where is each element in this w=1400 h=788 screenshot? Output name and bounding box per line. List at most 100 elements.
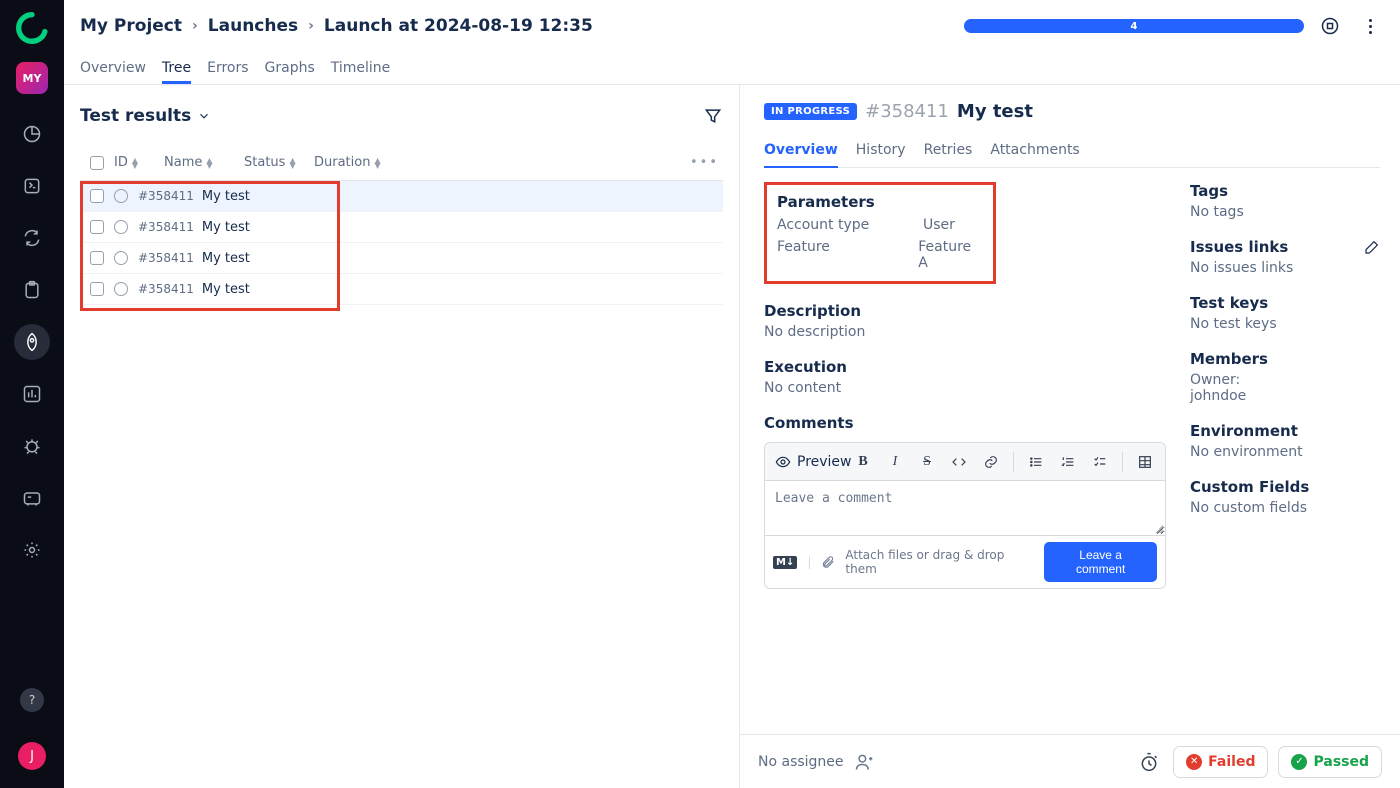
project-badge[interactable]: MY (16, 62, 48, 94)
topbar: My Project › Launches › Launch at 2024-0… (64, 0, 1400, 52)
test-results-title-text: Test results (80, 106, 191, 126)
detail-tab-retries[interactable]: Retries (924, 134, 973, 167)
comment-editor: Preview B I S (764, 442, 1166, 589)
chevron-right-icon: › (192, 18, 198, 34)
tags-body: No tags (1190, 204, 1380, 220)
col-duration[interactable]: Duration▲▼ (314, 155, 404, 170)
row-name: My test (202, 220, 250, 235)
col-status[interactable]: Status▲▼ (244, 155, 314, 170)
ol-icon[interactable] (1058, 452, 1078, 472)
preview-button[interactable]: Preview (775, 454, 852, 470)
link-icon[interactable] (981, 452, 1001, 472)
mark-failed-button[interactable]: ✕ Failed (1173, 746, 1268, 778)
nav-launches-icon[interactable] (14, 324, 50, 360)
detail-title: My test (957, 101, 1033, 122)
status-badge: IN PROGRESS (764, 103, 857, 120)
detail-tab-attachments[interactable]: Attachments (990, 134, 1079, 167)
env-section: Environment No environment (1190, 422, 1380, 460)
comments-title: Comments (764, 414, 1166, 432)
table-icon[interactable] (1135, 452, 1155, 472)
detail-tab-overview[interactable]: Overview (764, 134, 838, 168)
progress-value: 4 (1131, 21, 1138, 32)
nav-plans-icon[interactable] (14, 272, 50, 308)
tab-tree[interactable]: Tree (162, 60, 191, 84)
status-indicator (114, 282, 128, 296)
test-results-pane: Test results ID▲▼ Name▲▼ Status▲▼ Durati… (64, 85, 740, 788)
bold-icon[interactable]: B (853, 452, 873, 472)
status-indicator (114, 220, 128, 234)
param-value: Feature A (918, 239, 983, 271)
filter-icon[interactable] (703, 106, 723, 126)
issues-section: Issues links No issues links (1190, 238, 1380, 276)
col-name[interactable]: Name▲▼ (164, 155, 244, 170)
tab-graphs[interactable]: Graphs (265, 60, 315, 84)
sort-icon: ▲▼ (132, 158, 138, 168)
edit-icon[interactable] (1364, 239, 1380, 255)
row-checkbox[interactable] (90, 282, 104, 296)
row-id: #358411 (138, 220, 194, 234)
nav-jobs-icon[interactable] (14, 480, 50, 516)
select-all-checkbox[interactable] (90, 156, 104, 170)
breadcrumb-launch[interactable]: Launch at 2024-08-19 12:35 (324, 16, 593, 36)
user-avatar[interactable]: J (18, 742, 46, 770)
code-icon[interactable] (949, 452, 969, 472)
sort-icon: ▲▼ (374, 158, 380, 168)
attach-icon[interactable] (821, 555, 835, 569)
sort-icon: ▲▼ (289, 158, 295, 168)
detail-tab-history[interactable]: History (856, 134, 906, 167)
row-checkbox[interactable] (90, 220, 104, 234)
row-name: My test (202, 251, 250, 266)
ul-icon[interactable] (1026, 452, 1046, 472)
progress-bar[interactable]: 4 (964, 19, 1304, 33)
status-indicator (114, 189, 128, 203)
timer-icon[interactable] (1135, 752, 1163, 772)
left-sidebar: MY ? J (0, 0, 64, 788)
row-checkbox[interactable] (90, 189, 104, 203)
param-value: User (923, 217, 955, 233)
nav-testcases-icon[interactable] (14, 168, 50, 204)
stop-icon[interactable] (1316, 12, 1344, 40)
breadcrumb-project[interactable]: My Project (80, 16, 182, 36)
description-body: No description (764, 324, 1166, 340)
nav-dashboard-icon[interactable] (14, 116, 50, 152)
row-name: My test (202, 282, 250, 297)
breadcrumb-section[interactable]: Launches (208, 16, 298, 36)
col-id[interactable]: ID▲▼ (114, 155, 164, 170)
execution-section: Execution No content (764, 358, 1166, 396)
tab-errors[interactable]: Errors (207, 60, 248, 84)
attach-hint[interactable]: Attach files or drag & drop them (845, 548, 1034, 576)
tab-timeline[interactable]: Timeline (331, 60, 391, 84)
tab-overview[interactable]: Overview (80, 60, 146, 84)
table-row[interactable]: #358411 My test (80, 212, 723, 243)
parameter-row: FeatureFeature A (777, 239, 983, 271)
nav-analytics-icon[interactable] (14, 376, 50, 412)
row-checkbox[interactable] (90, 251, 104, 265)
custom-section: Custom Fields No custom fields (1190, 478, 1380, 516)
nav-settings-icon[interactable] (14, 532, 50, 568)
help-icon[interactable]: ? (20, 688, 44, 712)
param-key: Account type (777, 217, 923, 233)
test-results-title[interactable]: Test results (80, 106, 211, 126)
comment-input[interactable]: Leave a comment (765, 481, 1165, 535)
nav-defects-icon[interactable] (14, 428, 50, 464)
checklist-icon[interactable] (1090, 452, 1110, 472)
table-row[interactable]: #358411My test (80, 243, 723, 274)
status-indicator (114, 251, 128, 265)
strike-icon[interactable]: S (917, 452, 937, 472)
assign-icon[interactable] (854, 752, 874, 772)
launch-tabs: Overview Tree Errors Graphs Timeline (64, 52, 1400, 85)
description-title: Description (764, 302, 1166, 320)
submit-comment-button[interactable]: Leave a comment (1044, 542, 1157, 582)
eye-icon (775, 454, 791, 470)
row-id: #358411 (138, 189, 194, 203)
table-row[interactable]: #358411My test (80, 274, 723, 305)
detail-tabs: Overview History Retries Attachments (764, 134, 1380, 168)
nav-cycles-icon[interactable] (14, 220, 50, 256)
columns-more-icon[interactable]: ••• (690, 155, 719, 170)
italic-icon[interactable]: I (885, 452, 905, 472)
results-table: ID▲▼ Name▲▼ Status▲▼ Duration▲▼ ••• #358… (80, 145, 723, 305)
mark-passed-button[interactable]: ✓ Passed (1278, 746, 1382, 778)
more-menu[interactable] (1356, 12, 1384, 40)
table-row[interactable]: #358411My test (80, 181, 723, 212)
parameters-title: Parameters (777, 193, 983, 211)
